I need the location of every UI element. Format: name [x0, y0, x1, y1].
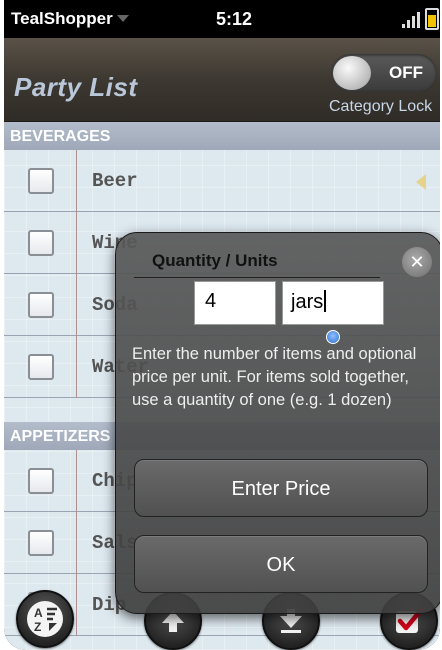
device-screen: TealShopper 5:12 Party List OFF Category…: [4, 0, 440, 650]
app-menu[interactable]: TealShopper: [11, 9, 129, 29]
item-checkbox[interactable]: [28, 530, 54, 556]
help-text: Enter the number of items and optional p…: [132, 345, 417, 409]
signal-strength-icon: [402, 12, 424, 28]
dialog-title: Quantity / Units: [152, 251, 278, 270]
toggle-state-label: OFF: [389, 63, 423, 82]
toggle-knob: [333, 56, 371, 90]
quantity-input[interactable]: 4: [194, 281, 276, 325]
units-input[interactable]: jars: [282, 281, 384, 325]
app-name: TealShopper: [11, 9, 113, 28]
close-icon[interactable]: ✕: [402, 247, 432, 277]
item-checkbox[interactable]: [28, 230, 54, 256]
cursor-handle-icon[interactable]: [326, 330, 340, 344]
section-header-beverages: BEVERAGES: [4, 122, 440, 150]
disclosure-arrow-icon[interactable]: [416, 174, 426, 190]
svg-text:A: A: [34, 606, 43, 620]
item-checkbox[interactable]: [28, 292, 54, 318]
units-input-value: jars: [291, 291, 324, 313]
svg-text:Z: Z: [34, 620, 41, 634]
enter-price-button[interactable]: Enter Price: [134, 459, 428, 517]
margin-line: [76, 574, 77, 636]
clock: 5:12: [216, 9, 253, 29]
battery-icon: [425, 8, 439, 30]
ok-button[interactable]: OK: [134, 535, 428, 593]
margin-line: [76, 450, 77, 512]
item-name: Beer: [92, 170, 138, 192]
text-cursor: [324, 290, 327, 312]
quantity-units-dialog: Quantity / Units ✕ 4 jars Enter the numb…: [115, 232, 440, 614]
page-title: Party List: [14, 72, 138, 102]
status-bar: TealShopper 5:12: [4, 0, 440, 38]
category-lock-toggle[interactable]: OFF: [331, 54, 437, 92]
margin-line: [76, 150, 77, 212]
chevron-down-icon: [116, 15, 129, 22]
item-checkbox[interactable]: [28, 354, 54, 380]
app-header: Party List OFF Category Lock: [4, 38, 440, 122]
list-item[interactable]: Beer: [4, 150, 440, 212]
category-lock-label: Category Lock: [329, 98, 433, 115]
item-checkbox[interactable]: [28, 168, 54, 194]
margin-line: [76, 512, 77, 574]
margin-line: [76, 336, 77, 398]
sort-az-icon: A Z: [18, 592, 72, 646]
margin-line: [76, 212, 77, 274]
margin-line: [76, 274, 77, 336]
divider: [134, 277, 380, 278]
sort-button[interactable]: A Z: [16, 590, 74, 648]
item-checkbox[interactable]: [28, 468, 54, 494]
